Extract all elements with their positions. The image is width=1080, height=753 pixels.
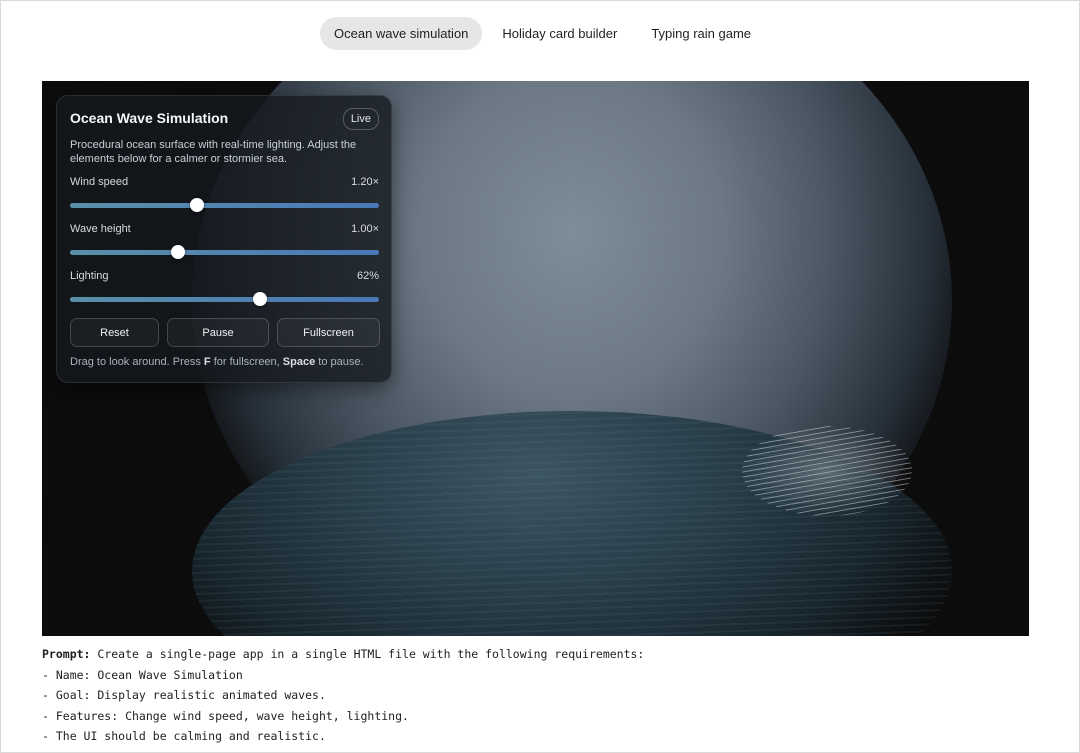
hint-key-space: Space (282, 356, 316, 368)
keyboard-hint: Drag to look around. Press F for fullscr… (70, 356, 364, 368)
live-badge: Live (342, 108, 379, 130)
hint-text-2: for fullscreen, (210, 356, 283, 368)
hint-text-3: to pause. (315, 356, 364, 368)
wind-speed-slider[interactable] (70, 198, 379, 212)
prompt-label: Prompt: (42, 647, 91, 661)
hint-text-1: Drag to look around. Press (70, 356, 204, 368)
ocean-canvas[interactable]: Ocean Wave Simulation Live Procedural oc… (42, 81, 1029, 636)
wind-speed-label: Wind speed (70, 176, 129, 188)
prompt-line: - Name: Ocean Wave Simulation (42, 667, 243, 682)
fullscreen-button[interactable]: Fullscreen (277, 318, 380, 347)
lighting-slider-thumb[interactable] (253, 292, 268, 306)
prompt-text: Prompt: Create a single-page app in a si… (42, 644, 644, 747)
wave-height-label: Wave height (70, 223, 131, 235)
lighting-slider[interactable] (70, 292, 379, 306)
wave-height-slider[interactable] (70, 245, 379, 259)
wind-speed-value: 1.20× (351, 176, 379, 188)
panel-buttons: Reset Pause Fullscreen (70, 318, 380, 347)
panel-title: Ocean Wave Simulation (70, 110, 229, 126)
page-frame: Ocean wave simulation Holiday card build… (0, 0, 1080, 753)
hint-key-f: F (203, 356, 211, 368)
prompt-line: - The UI should be calming and realistic… (42, 729, 326, 744)
prompt-line: - Goal: Display realistic animated waves… (42, 688, 326, 703)
control-panel: Ocean Wave Simulation Live Procedural oc… (56, 95, 392, 383)
lighting-value: 62% (356, 270, 379, 282)
wind-speed-slider-thumb[interactable] (189, 198, 204, 212)
pause-button[interactable]: Pause (167, 318, 269, 347)
prompt-intro: Prompt: Create a single-page app in a si… (42, 644, 644, 665)
lighting-label: Lighting (70, 270, 109, 282)
wave-height-value: 1.00× (351, 223, 379, 235)
tab-bar: Ocean wave simulation Holiday card build… (320, 17, 765, 50)
tab-holiday-card-builder[interactable]: Holiday card builder (488, 17, 631, 50)
prompt-line: - Features: Change wind speed, wave heig… (42, 708, 409, 723)
tab-ocean-wave-simulation[interactable]: Ocean wave simulation (320, 17, 483, 50)
prompt-intro-text: Create a single-page app in a single HTM… (90, 647, 645, 661)
reset-button[interactable]: Reset (70, 318, 159, 347)
wave-height-slider-thumb[interactable] (171, 245, 186, 259)
tab-typing-rain-game[interactable]: Typing rain game (637, 17, 765, 50)
panel-description: Procedural ocean surface with real-time … (70, 139, 357, 165)
